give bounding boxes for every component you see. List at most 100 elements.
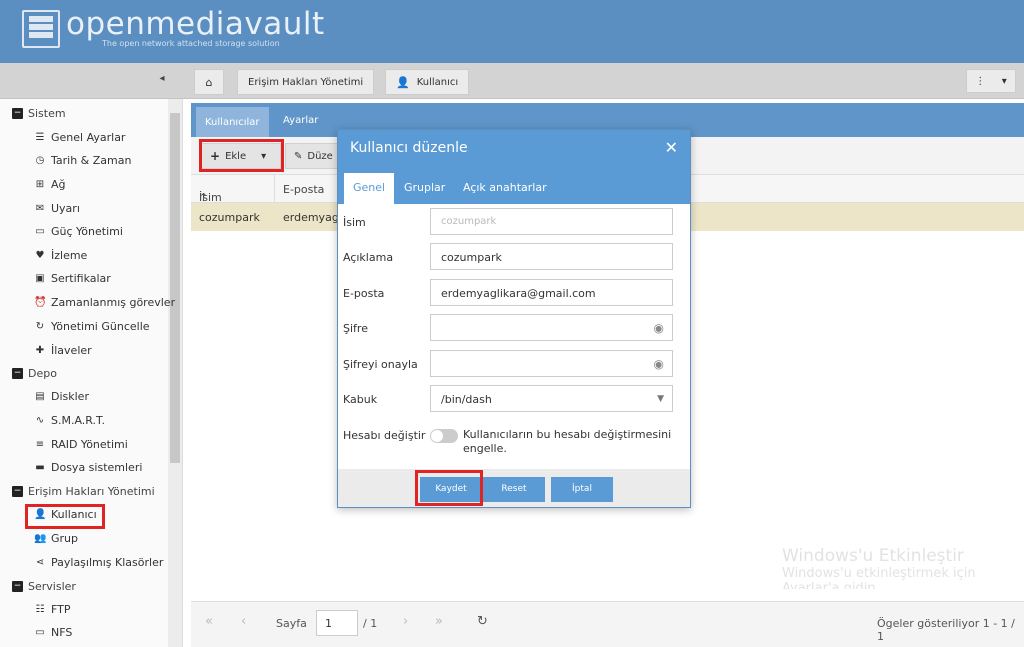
sidebar-item-paylasilmis-klasorler[interactable]: ⋖ Paylaşılmış Klasörler	[34, 556, 164, 569]
pulse-icon: ∿	[35, 415, 45, 426]
pencil-icon: ✎	[294, 150, 303, 162]
prev-page-icon[interactable]: ‹	[241, 614, 246, 629]
row-cell-email: erdemyag	[283, 211, 339, 224]
sidebar-item-sertifikalar[interactable]: ▣ Sertifikalar	[34, 272, 111, 285]
password-field[interactable]: ◉	[430, 314, 673, 341]
sidebar-item-guc-yonetimi[interactable]: ▭ Güç Yönetimi	[34, 225, 123, 238]
refresh-icon: ↻	[35, 321, 45, 332]
home-icon: ⌂	[205, 75, 213, 89]
highlight-frame-save	[415, 470, 483, 506]
disk-icon: ▤	[35, 391, 45, 402]
description-field[interactable]: cozumpark	[430, 243, 673, 270]
dialog-title: Kullanıcı düzenle	[350, 140, 468, 156]
sidebar-group-erisim-haklari[interactable]: − Erişim Hakları Yönetimi	[12, 485, 155, 498]
home-button[interactable]: ⌂	[194, 69, 224, 95]
dialog-tabs: Genel Gruplar Açık anahtarlar	[338, 167, 690, 204]
reset-button[interactable]: Reset	[483, 477, 545, 502]
page-label: Sayfa	[276, 617, 307, 630]
field-row-name: İsim cozumpark	[338, 208, 690, 236]
tab-genel[interactable]: Genel	[344, 173, 395, 204]
last-page-icon[interactable]: »	[435, 614, 443, 629]
field-row-disallow: Hesabı değiştir Kullanıcıların bu hesabı…	[338, 426, 690, 455]
breadcrumb-item-user[interactable]: 👤 Kullanıcı	[385, 69, 470, 95]
tab-kullanicilar[interactable]: Kullanıcılar	[196, 107, 269, 137]
tab-gruplar[interactable]: Gruplar	[404, 181, 445, 194]
top-header: openmediavault The open network attached…	[0, 0, 1024, 63]
sidebar-item-dosya-sistemleri[interactable]: ▬ Dosya sistemleri	[34, 461, 142, 474]
highlight-frame-kullanici	[25, 504, 105, 529]
sidebar-item-raid-yonetimi[interactable]: ≡ RAID Yönetimi	[34, 438, 128, 451]
page-input[interactable]: 1	[316, 610, 358, 636]
name-field[interactable]: cozumpark	[430, 208, 673, 235]
users-icon: 👥	[34, 533, 47, 544]
sidebar-group-servisler[interactable]: − Servisler	[12, 580, 76, 593]
breadcrumb-bar: ◂ ⌂ Erişim Hakları Yönetimi 👤 Kullanıcı …	[0, 63, 1024, 99]
edit-button[interactable]: ✎ Düze	[285, 143, 342, 169]
sidebar-item-zamanlanmis-gorevler[interactable]: ⏰ Zamanlanmış görevler	[34, 296, 175, 309]
minus-box-icon: −	[12, 108, 23, 119]
field-row-password: Şifre ◉	[338, 314, 690, 342]
folder-icon: ▬	[35, 462, 45, 473]
sidebar-item-tarih-zaman[interactable]: ◷ Tarih & Zaman	[34, 154, 132, 167]
refresh-icon[interactable]: ↻	[477, 614, 488, 629]
user-icon: 👤	[396, 75, 410, 89]
collapse-sidebar-icon[interactable]: ◂	[152, 73, 172, 89]
sidebar-item-genel-ayarlar[interactable]: ☰ Genel Ayarlar	[34, 131, 126, 144]
sidebar-item-nfs[interactable]: ▭ NFS	[34, 626, 72, 639]
highlight-frame-add	[199, 139, 284, 172]
disallow-description: Kullanıcıların bu hesabı değiştirmesini …	[463, 428, 672, 455]
tab-acik-anahtarlar[interactable]: Açık anahtarlar	[463, 181, 547, 194]
edit-user-dialog: Kullanıcı düzenle ✕ Genel Gruplar Açık a…	[337, 129, 691, 508]
field-row-confirm-password: Şifreyi onayla ◉	[338, 350, 690, 378]
sidebar-group-sistem[interactable]: − Sistem	[12, 107, 66, 120]
description-label: Açıklama	[343, 251, 394, 264]
sidebar-item-uyari[interactable]: ✉ Uyarı	[34, 202, 80, 215]
logo-icon	[22, 10, 60, 48]
confirm-password-field[interactable]: ◉	[430, 350, 673, 377]
sidebar-item-ag[interactable]: ⊞ Ağ	[34, 178, 66, 191]
shell-select[interactable]: /bin/dash ▼	[430, 385, 673, 412]
more-menu-button[interactable]: ⋮ ▾	[966, 69, 1016, 93]
breadcrumb-item-access-rights[interactable]: Erişim Hakları Yönetimi	[237, 69, 375, 95]
sidebar-scrollbar[interactable]	[168, 99, 182, 647]
sliders-icon: ☰	[35, 132, 45, 143]
sidebar-item-ftp[interactable]: ☷ FTP	[34, 603, 71, 616]
sidebar-item-grup[interactable]: 👥 Grup	[34, 532, 78, 545]
name-label: İsim	[343, 216, 366, 229]
windows-activation-watermark: Windows'u Etkinleştir Windows'u etkinleş…	[782, 546, 976, 589]
minus-box-icon: −	[12, 486, 23, 497]
shell-label: Kabuk	[343, 393, 378, 406]
close-icon[interactable]: ✕	[665, 138, 678, 157]
share-icon: ⋖	[35, 557, 45, 568]
minus-box-icon: −	[12, 368, 23, 379]
sidebar-item-diskler[interactable]: ▤ Diskler	[34, 390, 89, 403]
sidebar-item-izleme[interactable]: ♥ İzleme	[34, 249, 88, 262]
email-field[interactable]: erdemyaglikara@gmail.com	[430, 279, 673, 306]
confirm-password-label: Şifreyi onayla	[343, 358, 418, 371]
column-header-email[interactable]: E-posta	[283, 183, 324, 196]
pagination-bar: « ‹ Sayfa 1 / 1 › » ↻ Ögeler gösteriliyo…	[191, 601, 1024, 647]
eye-icon[interactable]: ◉	[654, 321, 664, 335]
eye-icon[interactable]: ◉	[654, 357, 664, 371]
minus-box-icon: −	[12, 581, 23, 592]
logo-text: openmediavault	[66, 6, 325, 42]
pager-status: Ögeler gösteriliyor 1 - 1 / 1	[877, 617, 1015, 643]
email-label: E-posta	[343, 287, 385, 300]
server-icon: ☷	[35, 604, 45, 615]
sidebar-item-smart[interactable]: ∿ S.M.A.R.T.	[34, 414, 105, 427]
sidebar-item-yonetimi-guncelle[interactable]: ↻ Yönetimi Güncelle	[34, 320, 150, 333]
sidebar-item-ilaveler[interactable]: ✚ İlaveler	[34, 344, 92, 357]
battery-icon: ▭	[35, 226, 45, 237]
certificate-icon: ▣	[35, 273, 45, 284]
next-page-icon[interactable]: ›	[403, 614, 408, 629]
disallow-label: Hesabı değiştir	[343, 429, 426, 442]
sidebar-group-depo[interactable]: − Depo	[12, 367, 57, 380]
chevron-down-icon: ▼	[657, 394, 664, 404]
logo-subtitle: The open network attached storage soluti…	[102, 39, 280, 48]
envelope-icon: ✉	[35, 203, 45, 214]
disallow-toggle[interactable]	[430, 429, 458, 443]
first-page-icon[interactable]: «	[205, 614, 213, 629]
tab-ayarlar[interactable]: Ayarlar	[283, 115, 318, 126]
cancel-button[interactable]: İptal	[551, 477, 613, 502]
sidebar-scroll-thumb[interactable]	[170, 113, 180, 463]
